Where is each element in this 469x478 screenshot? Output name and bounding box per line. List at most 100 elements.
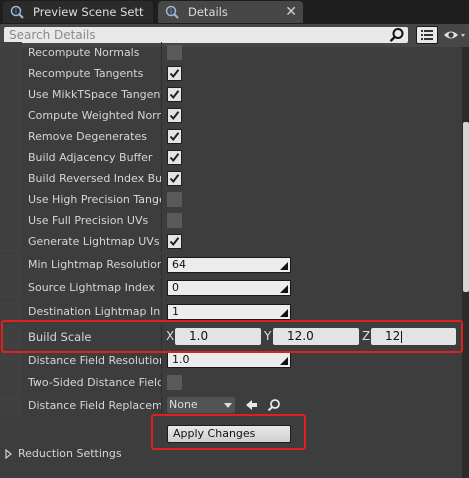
tab-label: Details [188,5,228,19]
recompute-tangents-checkbox[interactable] [167,66,182,81]
row-gutter [0,168,22,189]
destination-lightmap-index-input[interactable]: 1 [167,304,291,320]
list-icon [421,30,433,40]
distance-field-resolution-input[interactable]: 1.0 [167,352,291,368]
property-label: Use Full Precision UVs [28,214,149,227]
column-divider [161,254,162,276]
chevron-down-icon [224,403,232,408]
property-row: Generate Lightmap UVs [0,231,462,252]
info-icon: i [10,5,24,19]
property-row: Min Lightmap Resolution 64 [0,254,462,276]
use-full-precision-uvs-checkbox[interactable] [167,213,182,228]
tab-preview-scene-settings[interactable]: i Preview Scene Sett [3,1,153,23]
column-divider [161,350,162,371]
checkmark-icon [169,69,180,79]
visibility-filter-button[interactable] [443,27,467,43]
build-scale-highlight [1,320,463,353]
tab-details[interactable]: i Details ✕ [158,1,303,23]
row-gutter [0,105,22,126]
row-gutter [0,372,22,393]
property-row: Use High Precision Tanger [0,189,462,210]
column-divider [161,277,162,299]
property-row: Recompute Tangents [0,63,462,84]
field-value: 1 [172,305,179,318]
two-sided-distance-field-checkbox[interactable] [167,375,182,390]
row-gutter [0,350,22,371]
row-gutter [0,395,22,417]
source-lightmap-index-input[interactable]: 0 [167,280,291,296]
compute-weighted-normals-checkbox[interactable] [167,108,182,123]
browse-search-icon[interactable] [267,398,281,412]
chevron-right-icon [5,448,13,462]
scrollbar-thumb[interactable] [463,122,469,292]
property-row: Remove Degenerates [0,126,462,147]
column-divider [161,168,162,189]
property-label: Build Adjacency Buffer [28,151,153,164]
property-label: Recompute Tangents [28,67,144,80]
section-title: Reduction Settings [18,447,122,460]
field-value: 64 [172,258,186,271]
row-gutter [0,126,22,147]
column-divider [161,147,162,168]
generate-lightmap-uvs-checkbox[interactable] [167,234,182,249]
use-high-precision-tangent-checkbox[interactable] [167,192,182,207]
search-input[interactable]: Search Details [4,27,408,43]
field-value: 1.0 [172,353,190,366]
min-lightmap-resolution-input[interactable]: 64 [167,257,291,273]
checkmark-icon [169,153,180,163]
property-label: Two-Sided Distance Field G [28,376,161,389]
remove-degenerates-checkbox[interactable] [167,129,182,144]
row-gutter [0,231,22,252]
property-label: Use MikkTSpace Tangent [28,88,161,101]
recompute-normals-checkbox[interactable] [167,45,182,60]
row-gutter [0,189,22,210]
arrow-left-icon[interactable] [244,398,258,412]
column-divider [161,84,162,105]
search-icon[interactable] [389,27,405,43]
property-row: Recompute Normals [0,42,462,63]
checkmark-icon [169,90,180,100]
property-row: Distance Field Resolution S 1.0 [0,350,462,371]
property-label: Remove Degenerates [28,130,147,143]
use-mikktspace-tangent-checkbox[interactable] [167,87,182,102]
dropdown-value: None [169,398,198,411]
svg-text:i: i [15,8,17,16]
property-row: Compute Weighted Normal [0,105,462,126]
property-row: Build Adjacency Buffer [0,147,462,168]
tab-bar: i Preview Scene Sett i Details ✕ [0,0,469,24]
row-gutter [0,84,22,105]
distance-field-replacement-dropdown[interactable]: None [167,397,235,413]
property-row: Source Lightmap Index 0 [0,277,462,299]
resize-handle-icon [280,262,288,270]
property-label: Generate Lightmap UVs [28,235,160,248]
property-label: Destination Lightmap Inde [28,305,161,318]
property-label: Min Lightmap Resolution [28,258,161,271]
column-divider [161,372,162,393]
info-icon: i [165,5,179,19]
property-label: Source Lightmap Index [28,281,155,294]
property-label: Compute Weighted Normal [28,109,161,122]
row-gutter [0,42,22,63]
column-divider [161,231,162,252]
svg-text:i: i [170,8,172,16]
search-placeholder: Search Details [9,28,96,42]
property-row: Build Reversed Index Buffe [0,168,462,189]
apply-changes-highlight [151,414,306,450]
property-label: Distance Field Resolution S [28,354,161,367]
column-divider [161,126,162,147]
column-divider [161,105,162,126]
property-row: Two-Sided Distance Field G [0,372,462,393]
checkmark-icon [169,132,180,142]
tab-label: Preview Scene Sett [33,5,144,19]
checkmark-icon [169,237,180,247]
build-reversed-index-buffer-checkbox[interactable] [167,171,182,186]
property-label: Recompute Normals [28,46,140,59]
row-gutter [0,254,22,276]
resize-handle-icon [280,357,288,365]
row-gutter [0,210,22,231]
close-icon[interactable]: ✕ [285,4,297,20]
build-adjacency-buffer-checkbox[interactable] [167,150,182,165]
property-row: Use Full Precision UVs [0,210,462,231]
row-gutter [0,277,22,299]
property-row: Use MikkTSpace Tangent [0,84,462,105]
